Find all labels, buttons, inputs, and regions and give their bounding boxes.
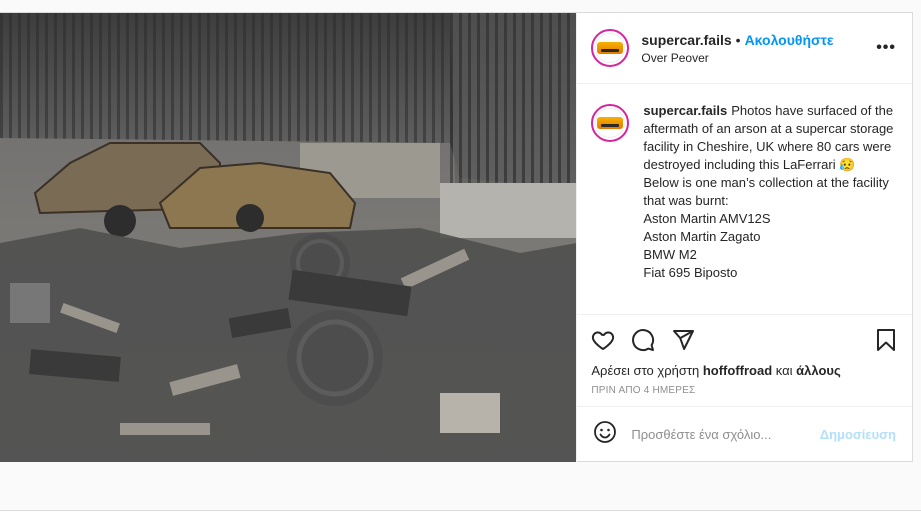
instagram-post: supercar.fails • Ακολουθήστε Over Peover… xyxy=(0,12,913,462)
caption-avatar[interactable] xyxy=(591,104,630,142)
page-bottom-divider xyxy=(0,510,921,518)
actions-section: Αρέσει στο χρήστη hoffoffroad και άλλους… xyxy=(577,314,912,396)
caption-line: Fiat 695 Biposto xyxy=(643,265,738,280)
caption-text: supercar.fails Photos have surfaced of th… xyxy=(643,102,898,313)
likes-prefix: Αρέσει στο χρήστη xyxy=(591,363,700,378)
action-icons xyxy=(591,325,898,355)
location-link[interactable]: Over Peover xyxy=(641,51,876,65)
caption-line: Below is one man’s collection at the fac… xyxy=(643,175,889,208)
liker-username-link[interactable]: hoffoffroad xyxy=(703,363,772,378)
burnt-cars-image xyxy=(0,13,577,462)
post-header: supercar.fails • Ακολουθήστε Over Peover… xyxy=(577,13,912,84)
comment-box: Δημοσίευση xyxy=(577,406,912,462)
likes-summary: Αρέσει στο χρήστη hoffoffroad και άλλους xyxy=(591,363,898,378)
avatar[interactable] xyxy=(591,29,630,67)
comment-icon[interactable] xyxy=(631,325,671,355)
share-icon[interactable] xyxy=(671,325,711,355)
more-options-icon[interactable]: ••• xyxy=(876,39,896,57)
follow-button[interactable]: Ακολουθήστε xyxy=(745,32,834,48)
caption-line: BMW M2 xyxy=(643,247,697,262)
likes-others-link[interactable]: άλλους xyxy=(796,363,841,378)
comment-input[interactable] xyxy=(631,427,820,442)
supercar-logo-icon xyxy=(595,33,626,63)
publish-button[interactable]: Δημοσίευση xyxy=(820,427,896,442)
caption-line: Aston Martin AMV12S xyxy=(643,211,771,226)
post-sidebar: supercar.fails • Ακολουθήστε Over Peover… xyxy=(576,13,912,462)
post-photo[interactable] xyxy=(0,13,577,462)
username-link[interactable]: supercar.fails xyxy=(641,32,731,48)
caption: supercar.fails Photos have surfaced of th… xyxy=(577,84,912,313)
bookmark-icon[interactable] xyxy=(874,325,898,355)
emoji-icon[interactable] xyxy=(593,420,617,449)
caption-line: Aston Martin Zagato xyxy=(643,229,761,244)
caption-username-link[interactable]: supercar.fails xyxy=(643,103,727,118)
likes-conjunction: και xyxy=(775,363,793,378)
heart-icon[interactable] xyxy=(591,325,631,355)
separator-dot: • xyxy=(735,31,741,48)
post-timestamp[interactable]: ΠΡΙΝ ΑΠΟ 4 ΗΜΕΡΕΣ xyxy=(591,385,898,396)
supercar-logo-icon xyxy=(595,108,626,138)
